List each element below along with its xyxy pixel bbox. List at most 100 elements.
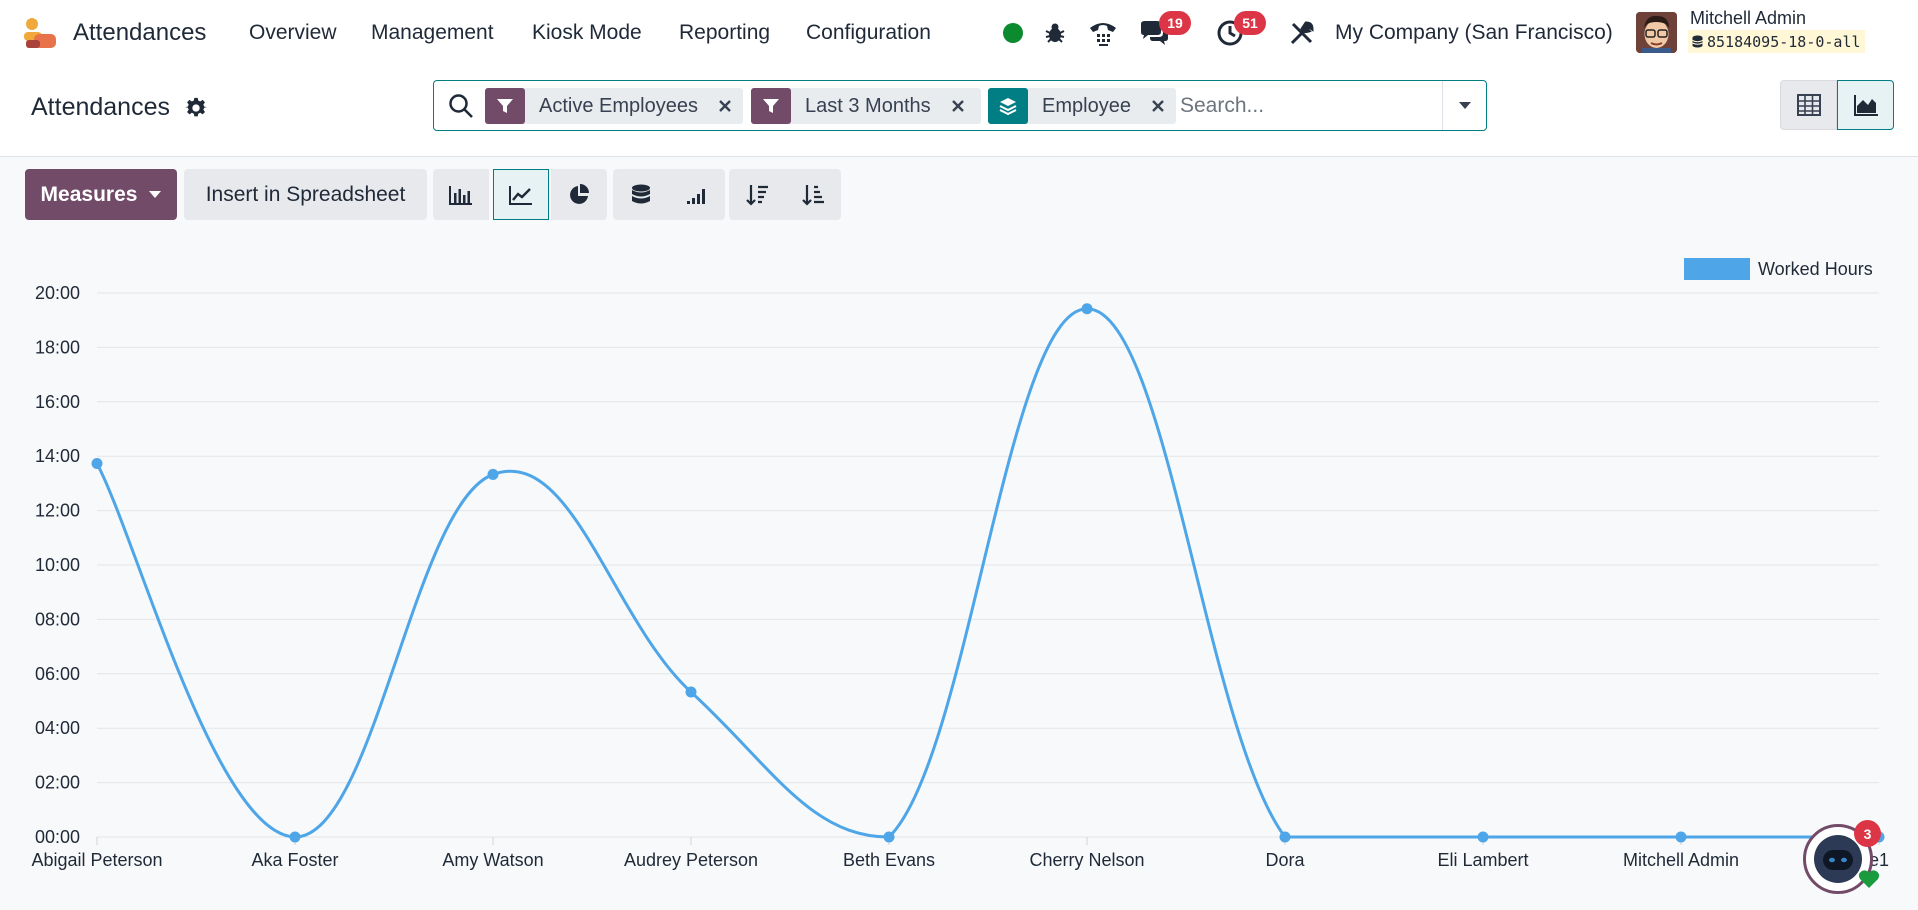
- data-point: [883, 831, 895, 843]
- chat-badge: 3: [1854, 820, 1881, 847]
- measures-button[interactable]: Measures: [25, 169, 177, 220]
- x-tick-label: Abigail Peterson: [31, 850, 162, 870]
- debug-icon[interactable]: [1038, 16, 1072, 50]
- y-tick-label: 18:00: [35, 337, 80, 357]
- signal-bars-icon: [687, 188, 705, 204]
- search-input[interactable]: [1180, 90, 1440, 122]
- area-chart-icon: [1853, 95, 1878, 116]
- menu-management[interactable]: Management: [371, 21, 494, 45]
- heart-icon: [1858, 870, 1880, 888]
- facet-last-3-months: Last 3 Months: [751, 88, 981, 124]
- bar-chart-button[interactable]: [433, 169, 489, 220]
- data-point: [1081, 303, 1093, 315]
- app-name[interactable]: Attendances: [73, 19, 206, 47]
- y-tick-label: 04:00: [35, 718, 80, 738]
- search-bar: Active Employees Last 3 Months Employee …: [433, 80, 1487, 131]
- presence-status-icon[interactable]: [996, 16, 1030, 50]
- pie-chart-button[interactable]: [551, 169, 607, 220]
- caret-down-icon: [1458, 101, 1471, 109]
- phone-icon: [1090, 23, 1116, 46]
- filter-icon: [751, 88, 791, 124]
- user-name[interactable]: Mitchell Admin: [1690, 8, 1806, 29]
- data-point: [1477, 831, 1489, 843]
- tools-icon: [1290, 21, 1314, 45]
- page-title: Attendances: [31, 93, 170, 121]
- sort-descending-icon: [746, 184, 768, 206]
- company-switcher[interactable]: My Company (San Francisco): [1335, 21, 1613, 45]
- database-tag: 85184095-18-0-all: [1688, 30, 1865, 53]
- search-options-toggle[interactable]: [1442, 81, 1486, 130]
- settings-tools-button[interactable]: [1285, 16, 1319, 50]
- search-icon[interactable]: [448, 93, 474, 119]
- x-tick-label: Audrey Peterson: [624, 850, 758, 870]
- facet-remove-icon[interactable]: [708, 88, 742, 124]
- insert-in-spreadsheet-button[interactable]: Insert in Spreadsheet: [184, 169, 427, 220]
- y-tick-label: 10:00: [35, 555, 80, 575]
- pie-chart-icon: [570, 183, 589, 204]
- bar-chart-icon: [449, 185, 472, 205]
- data-point: [289, 831, 301, 843]
- menu-reporting[interactable]: Reporting: [679, 21, 770, 45]
- series-line: [95, 307, 1879, 839]
- y-tick-label: 12:00: [35, 501, 80, 521]
- facet-remove-icon[interactable]: [941, 88, 975, 124]
- legend-swatch: [1684, 258, 1750, 280]
- measures-label: Measures: [40, 182, 138, 206]
- y-tick-label: 08:00: [35, 609, 80, 629]
- y-tick-label: 16:00: [35, 392, 80, 412]
- facet-label: Employee: [1042, 94, 1131, 117]
- y-tick-label: 06:00: [35, 664, 80, 684]
- database-icon: [1692, 35, 1703, 48]
- messages-badge: 19: [1159, 11, 1191, 35]
- stacked-button[interactable]: [613, 169, 669, 220]
- database-name: 85184095-18-0-all: [1707, 32, 1861, 51]
- graph-area: 00:00 02:00 04:00 06:00 08:00 10:00 12:00 14:00…: [0, 240, 1918, 905]
- line-chart-button[interactable]: [493, 169, 549, 220]
- attendances-app-icon[interactable]: [22, 16, 58, 50]
- user-avatar-image: [1636, 12, 1677, 53]
- x-tick-label: Beth Evans: [843, 850, 935, 870]
- line-chart-icon: [509, 185, 532, 205]
- line-chart: 00:00 02:00 04:00 06:00 08:00 10:00 12:00 14:00…: [31, 258, 1889, 870]
- menu-overview[interactable]: Overview: [249, 21, 337, 45]
- gear-icon[interactable]: [185, 97, 207, 119]
- y-tick-label: 02:00: [35, 773, 80, 793]
- y-tick-label: 20:00: [35, 283, 80, 303]
- menu-kiosk-mode[interactable]: Kiosk Mode: [532, 21, 642, 45]
- data-point: [91, 458, 103, 470]
- y-tick-label: 00:00: [35, 827, 80, 847]
- graph-view-button[interactable]: [1837, 80, 1894, 130]
- x-tick-label: Dora: [1265, 850, 1305, 870]
- x-tick-label: Mitchell Admin: [1623, 850, 1739, 870]
- database-stack-icon: [632, 184, 650, 203]
- bug-icon: [1045, 23, 1065, 43]
- top-navbar: Attendances Overview Management Kiosk Mo…: [0, 0, 1918, 66]
- sort-ascending-button[interactable]: [785, 169, 841, 220]
- menu-configuration[interactable]: Configuration: [806, 21, 931, 45]
- data-point: [1279, 831, 1291, 843]
- control-panel: Attendances Active Employees Last 3 Mont…: [0, 66, 1918, 157]
- x-tick-label: Aka Foster: [251, 850, 338, 870]
- data-point: [1675, 831, 1687, 843]
- sort-ascending-icon: [802, 184, 824, 206]
- facet-group-by-employee: Employee: [988, 88, 1176, 124]
- cumulative-button[interactable]: [669, 169, 725, 220]
- user-avatar[interactable]: [1636, 12, 1677, 53]
- table-icon: [1796, 94, 1821, 116]
- data-point: [685, 686, 697, 698]
- status-dot-icon: [1003, 23, 1023, 43]
- sort-descending-button[interactable]: [729, 169, 785, 220]
- pivot-view-button[interactable]: [1780, 80, 1837, 130]
- x-tick-label: Cherry Nelson: [1029, 850, 1144, 870]
- legend-label: Worked Hours: [1758, 259, 1873, 279]
- x-tick-label: Eli Lambert: [1437, 850, 1528, 870]
- facet-remove-icon[interactable]: [1141, 88, 1175, 124]
- facet-label: Last 3 Months: [805, 94, 931, 117]
- activities-badge: 51: [1234, 11, 1266, 35]
- voip-phone-icon[interactable]: [1086, 16, 1120, 50]
- filter-icon: [485, 88, 525, 124]
- data-point: [487, 468, 499, 480]
- facet-active-employees: Active Employees: [485, 88, 743, 124]
- x-tick-label: Amy Watson: [442, 850, 543, 870]
- facet-label: Active Employees: [539, 94, 698, 117]
